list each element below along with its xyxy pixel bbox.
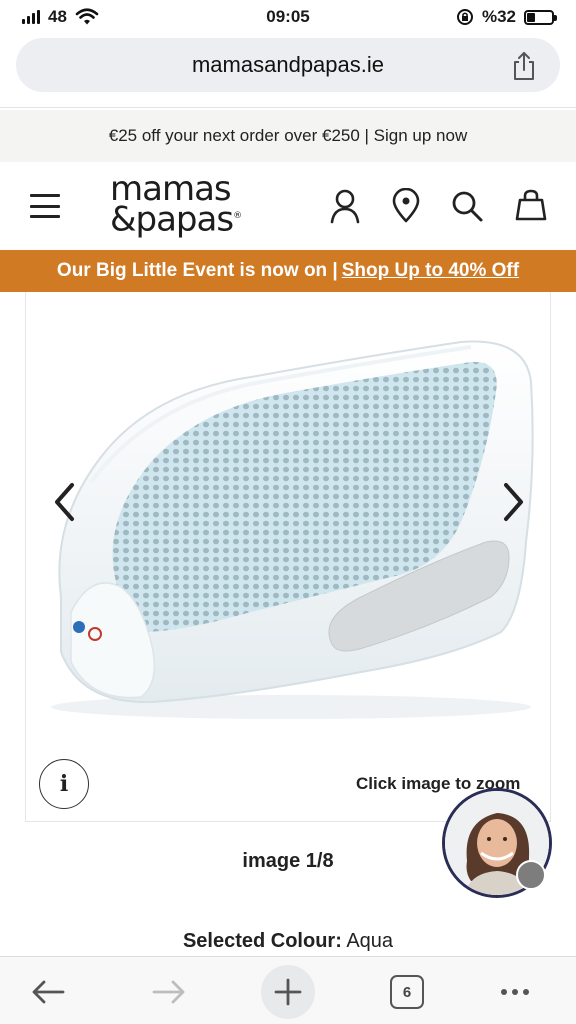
forward-arrow-icon[interactable]: [151, 978, 187, 1006]
next-image-button[interactable]: [488, 472, 538, 532]
event-banner-text: Our Big Little Event is now on |: [56, 260, 338, 281]
wifi-icon: [75, 8, 99, 25]
status-left: 48: [22, 7, 99, 27]
menu-icon[interactable]: [30, 194, 60, 218]
back-arrow-icon[interactable]: [30, 978, 66, 1006]
more-dots-icon[interactable]: [501, 989, 529, 995]
promo-text[interactable]: €25 off your next order over €250 | Sign…: [109, 126, 468, 146]
store-locator-icon[interactable]: [389, 188, 423, 224]
battery-icon: [524, 9, 557, 25]
forward-button[interactable]: [142, 965, 196, 1019]
site-header: mamas &papas®: [0, 164, 576, 250]
battery-label: %32: [481, 7, 516, 26]
more-button[interactable]: [488, 965, 542, 1019]
back-button[interactable]: [21, 965, 75, 1019]
search-icon[interactable]: [450, 188, 484, 224]
chevron-left-icon[interactable]: [52, 482, 78, 522]
bag-icon[interactable]: [514, 188, 548, 224]
chat-status-indicator: [516, 860, 546, 890]
product-info-button[interactable]: i: [39, 759, 89, 809]
rotation-lock-icon: [456, 9, 473, 25]
product-gallery: i Click image to zoom: [25, 292, 551, 822]
account-icon[interactable]: [328, 188, 362, 224]
url-text[interactable]: mamasandpapas.ie: [192, 52, 384, 78]
plus-icon[interactable]: [274, 978, 302, 1006]
selected-colour-value: Aqua: [346, 930, 394, 952]
event-banner[interactable]: Our Big Little Event is now on | Shop Up…: [0, 250, 576, 292]
divider: [0, 107, 576, 108]
site-logo[interactable]: mamas &papas®: [110, 172, 260, 240]
new-tab-button[interactable]: [261, 965, 315, 1019]
tabs-button[interactable]: 6: [380, 965, 434, 1019]
signal-icon: [22, 10, 40, 24]
logo-line-2: &papas®: [110, 199, 242, 240]
status-right: %32: [456, 7, 557, 27]
selected-colour: Selected Colour: Aqua: [0, 930, 576, 953]
status-bar: 48 09:05 %32: [0, 0, 576, 34]
share-icon[interactable]: [510, 51, 538, 81]
signal-label: 48: [48, 7, 67, 26]
battery-fill: [527, 12, 535, 22]
shop-sale-link[interactable]: Shop Up to 40% Off: [342, 260, 519, 282]
address-bar[interactable]: mamasandpapas.ie: [16, 38, 560, 92]
aqua-baby-bath-support-image[interactable]: [31, 312, 541, 722]
tab-count[interactable]: 6: [390, 975, 424, 1009]
browser-toolbar: 6: [0, 956, 576, 1024]
previous-image-button[interactable]: [40, 472, 90, 532]
selected-colour-label: Selected Colour:: [182, 930, 342, 952]
promo-strip[interactable]: €25 off your next order over €250 | Sign…: [0, 110, 576, 162]
chevron-right-icon[interactable]: [500, 482, 526, 522]
